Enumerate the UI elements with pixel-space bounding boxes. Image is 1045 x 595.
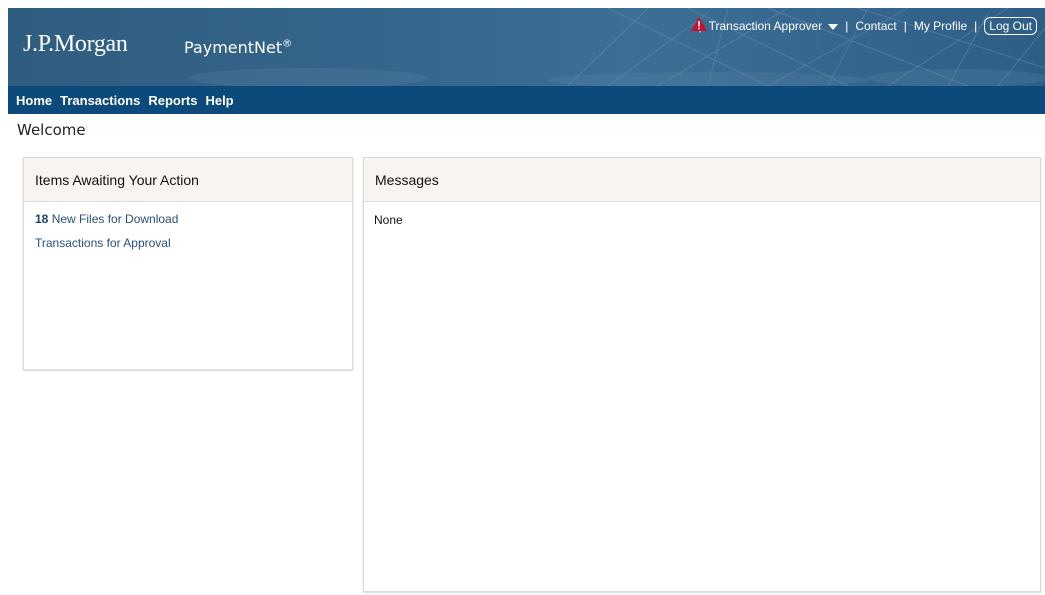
list-item: Transactions for Approval: [35, 236, 341, 250]
logout-button[interactable]: Log Out: [984, 17, 1037, 35]
messages-panel-title: Messages: [364, 158, 1040, 202]
files-count: 18: [35, 212, 49, 226]
separator: |: [845, 19, 849, 33]
files-label: New Files for Download: [48, 212, 179, 226]
messages-panel: Messages None: [363, 157, 1041, 592]
separator: |: [903, 19, 907, 33]
chevron-down-icon: [828, 23, 839, 30]
nav-home[interactable]: Home: [16, 93, 52, 108]
jpmorgan-logo: J.P.Morgan: [23, 31, 128, 57]
role-label: Transaction Approver: [708, 19, 823, 33]
role-dropdown[interactable]: Transaction Approver: [709, 19, 839, 33]
nav-reports[interactable]: Reports: [148, 93, 197, 108]
list-item: 18 New Files for Download: [35, 212, 341, 226]
header-banner: J.P.Morgan PaymentNet® | Transaction App…: [8, 8, 1045, 86]
my-profile-link[interactable]: My Profile: [914, 19, 967, 33]
page-edge: [0, 0, 8, 595]
main-nav: Home Transactions Reports Help: [8, 86, 1045, 114]
registered-mark: ®: [282, 38, 293, 50]
actions-panel: Items Awaiting Your Action 18 New Files …: [23, 157, 353, 370]
new-files-link[interactable]: 18 New Files for Download: [35, 212, 178, 226]
actions-panel-title: Items Awaiting Your Action: [24, 158, 352, 202]
page-title: Welcome: [17, 121, 86, 139]
actions-list: 18 New Files for Download Transactions f…: [24, 202, 352, 270]
product-label: PaymentNet: [184, 38, 283, 57]
contact-link[interactable]: Contact: [855, 19, 896, 33]
messages-body: None: [374, 213, 403, 227]
app-frame: J.P.Morgan PaymentNet® | Transaction App…: [8, 8, 1045, 595]
nav-help[interactable]: Help: [205, 93, 233, 108]
product-name: PaymentNet®: [184, 38, 292, 57]
separator: |: [974, 19, 978, 33]
utility-bar: | Transaction Approver | Contact | My Pr…: [691, 17, 1037, 35]
nav-transactions[interactable]: Transactions: [60, 93, 140, 108]
transactions-approval-link[interactable]: Transactions for Approval: [35, 236, 171, 250]
warning-triangle-icon[interactable]: [691, 17, 708, 31]
